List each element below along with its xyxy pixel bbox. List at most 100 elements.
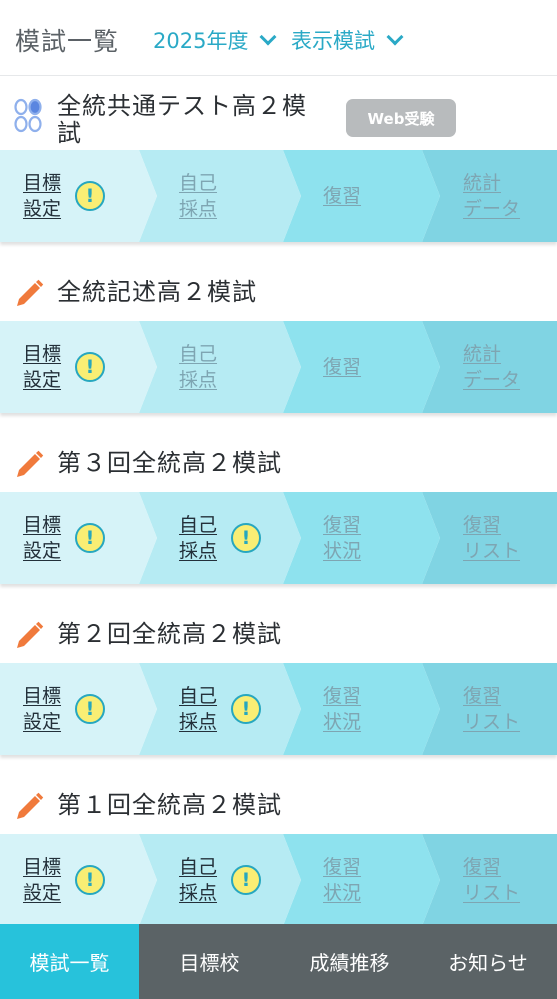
exam-title[interactable]: 全統共通テスト高２模試 [57,93,307,147]
top-header: 模試一覧 2025年度 表示模試 [0,0,557,76]
chevron-down-icon [386,28,404,46]
step-label-line: 採点 [179,711,218,733]
step-progress-bar: 目標設定! 自己採点 復習 統計 データ [0,321,557,413]
step-label-line: 採点 [179,369,218,391]
exam-title-line: 試 [57,119,82,147]
step-link[interactable]: 復習 [323,183,361,209]
exclamation-icon: ! [75,352,105,382]
web-exam-badge: Web受験 [346,99,456,137]
year-select[interactable]: 2025年度 [153,25,277,55]
step-arrow-shape [283,663,440,755]
step-arrow-shape [139,834,301,926]
nav-tab-target-school[interactable]: 目標校 [139,924,280,999]
step-link[interactable]: 復習 状況 [323,683,361,735]
step-link[interactable]: 目標 設定 [23,341,61,393]
step-label-line: 目標 [23,685,62,707]
step-link[interactable]: 統計 データ [463,341,520,393]
step-label-line: 状況 [323,540,362,562]
exclamation-icon: ! [75,865,105,895]
step-arrow-shape [139,492,301,584]
step-label-line: 統計 [463,343,502,365]
step-link[interactable]: 復習 リスト [463,854,520,906]
exam-title[interactable]: 第３回全統高２模試 [57,450,282,477]
pencil-icon [17,279,44,306]
step-progress-bar: 目標 設定! 自己 採点! 復習状況 復習 リスト [0,492,557,584]
step-label-line: 採点 [179,540,218,562]
step-link[interactable]: 目標 設定 [23,512,61,564]
chevron-down-icon [259,28,277,46]
exam-title-line: 全統共通テスト高２模 [57,92,307,120]
exclamation-icon: ! [75,181,105,211]
step-label-line: リスト [463,711,521,733]
exclamation-icon: ! [75,523,105,553]
nav-tab-label: 成績推移 [309,951,390,975]
step-label-line: 設定 [23,882,62,904]
step-label-line: 設定 [23,540,62,562]
step-progress-bar: 目標 設定! 自己 採点! 復習 状況 復習 リスト [0,663,557,755]
step-link[interactable]: 自己 採点 [179,854,217,906]
step-label-line: 復習 [323,856,362,878]
exam-title-line: 第３回全統高２模試 [57,449,282,477]
step-arrow-shape [283,492,440,584]
step-label-line: 自己 [179,172,218,194]
exam-title-line: 第１回全統高２模試 [57,791,282,819]
step-link[interactable]: 目標 設定 [23,683,61,735]
exclamation-icon: ! [231,865,261,895]
step-label-line: 復習 [463,856,502,878]
step-link[interactable]: 自己 採点 [179,512,217,564]
step-link[interactable]: 復習 [323,354,361,380]
step-link[interactable]: 復習 リスト [463,683,520,735]
step-link[interactable]: 統計 データ [463,170,520,222]
nav-tab-exam-list[interactable]: 模試一覧 [0,924,139,999]
step-arrow-shape [139,321,301,413]
nav-tab-label: お知らせ [448,951,528,975]
step-label-line: 目標 [23,343,62,365]
step-progress-bar: 目標 設定! 自己 採点! 復習 状況 復習 リスト [0,834,557,926]
step-label-line: 復習 [323,356,362,378]
step-progress-bar: 目標 設定! 自己 採点 復習 統計 データ [0,150,557,242]
exclamation-icon: ! [75,694,105,724]
bottom-nav: 模試一覧 目標校 成績推移 お知らせ [0,924,557,999]
display-exam-select[interactable]: 表示模試 [291,25,404,55]
step-label-line: 復習 [463,685,502,707]
step-link[interactable]: 目標 設定 [23,170,61,222]
exam-title-line: 全統記述高２模試 [57,278,257,306]
exam-title[interactable]: 全統記述高２模試 [57,279,257,306]
step-link[interactable]: 自己 採点 [179,341,217,393]
pencil-icon [17,621,44,648]
step-arrow-shape [283,834,440,926]
step-link[interactable]: 復習 状況 [323,512,361,564]
circles-icon [14,98,42,133]
step-arrow-shape [283,321,440,413]
step-label-line: 設定 [23,711,62,733]
step-label-line: 自己 [179,856,218,878]
nav-tab-label: 模試一覧 [29,951,110,975]
nav-tab-grade-trend[interactable]: 成績推移 [280,924,419,999]
exclamation-icon: ! [231,523,261,553]
step-label-line: 設定 [23,369,62,391]
nav-tab-news[interactable]: お知らせ [419,924,557,999]
exam-title[interactable]: 第１回全統高２模試 [57,792,282,819]
step-label-line: 復習 [323,514,362,536]
exam-title-line: 第２回全統高２模試 [57,620,282,648]
step-label-line: データ [463,198,521,220]
step-label-line: リスト [463,882,521,904]
step-label-line: 採点 [179,882,218,904]
page-title: 模試一覧 [15,27,120,56]
step-label-line: 自己 [179,685,218,707]
exam-title[interactable]: 第２回全統高２模試 [57,621,282,648]
step-link[interactable]: 自己 採点 [179,170,217,222]
step-label-line: 復習 [323,185,362,207]
step-link[interactable]: 復習 リスト [463,512,520,564]
step-link[interactable]: 自己 採点 [179,683,217,735]
step-link[interactable]: 復習 状況 [323,854,361,906]
pencil-icon [17,792,44,819]
step-label-line: 自己 [179,343,218,365]
nav-tab-label: 目標校 [179,951,240,975]
year-select-label: 2025年度 [153,29,249,53]
step-label-line: 復習 [323,685,362,707]
step-arrow-shape [283,150,440,242]
display-exam-select-label: 表示模試 [291,29,375,53]
step-label-line: 設定 [23,198,62,220]
step-link[interactable]: 目標 設定 [23,854,61,906]
